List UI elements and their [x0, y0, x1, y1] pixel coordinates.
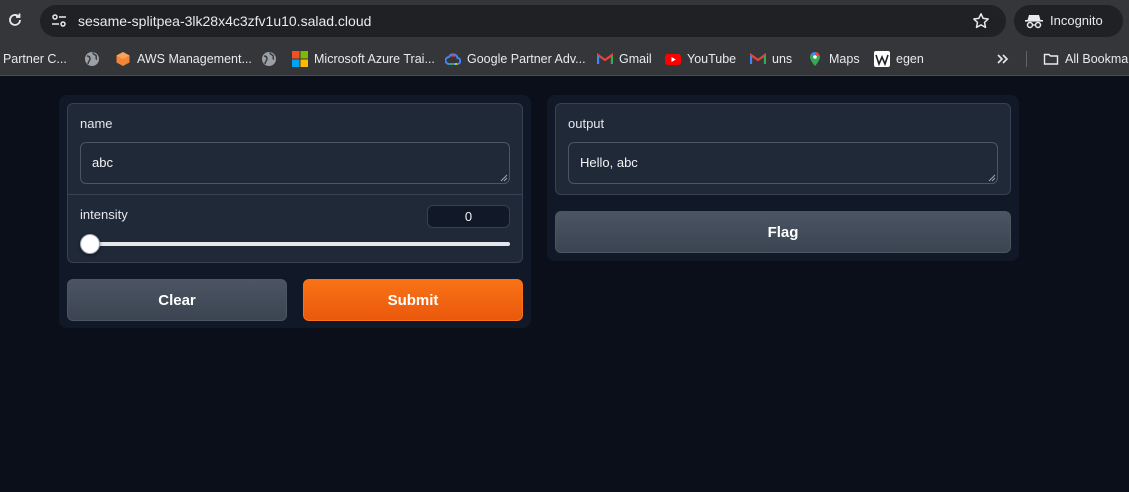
bookmark-aws[interactable]: AWS Management...	[115, 50, 252, 68]
bookmark-label: uns	[772, 52, 793, 66]
input-form: name abc intensity 0	[67, 103, 523, 263]
bookmark-google-partner[interactable]: Google Partner Adv...	[445, 50, 586, 68]
bookmark-egen[interactable]: egen	[874, 50, 924, 68]
bookmark-label: Maps	[829, 52, 860, 66]
bookmarks-overflow-icon[interactable]	[994, 50, 1012, 68]
bookmarks-separator	[1026, 51, 1027, 67]
bookmark-label: Microsoft Azure Trai...	[314, 52, 435, 66]
form-divider	[68, 194, 522, 195]
wikipedia-icon	[874, 51, 890, 67]
bookmark-label: egen	[896, 52, 924, 66]
bookmark-label: t Partner C...	[0, 52, 67, 66]
incognito-label: Incognito	[1050, 13, 1103, 28]
output-textbox[interactable]: Hello, abc	[568, 142, 998, 184]
gmail-icon	[597, 52, 613, 64]
bookmark-label: AWS Management...	[137, 52, 252, 66]
url-text[interactable]: sesame-splitpea-3lk28x4c3zfv1u10.salad.c…	[78, 13, 371, 29]
name-input[interactable]: abc	[80, 142, 510, 184]
bookmark-label: YouTube	[687, 52, 737, 66]
globe-icon	[85, 52, 99, 66]
bookmark-globe-1[interactable]	[84, 50, 100, 68]
maps-icon	[810, 52, 820, 66]
site-settings-icon[interactable]	[51, 13, 67, 29]
microsoft-icon	[292, 51, 308, 67]
bookmark-maps[interactable]: Maps	[807, 50, 860, 68]
aws-icon	[116, 52, 130, 66]
bookmark-gmail[interactable]: Gmail	[597, 50, 652, 68]
resize-handle-icon[interactable]	[988, 174, 996, 182]
reload-icon[interactable]	[6, 11, 24, 29]
clear-button[interactable]: Clear	[67, 279, 287, 321]
submit-button[interactable]: Submit	[303, 279, 523, 321]
intensity-number-input[interactable]: 0	[427, 205, 510, 228]
bookmark-azure-training[interactable]: Microsoft Azure Trai...	[292, 50, 435, 68]
gmail-icon	[750, 52, 766, 64]
bookmarks-bar: t Partner C... AWS Management... Microso…	[0, 42, 1129, 76]
address-bar[interactable]: sesame-splitpea-3lk28x4c3zfv1u10.salad.c…	[40, 5, 1006, 37]
intensity-slider-thumb[interactable]	[80, 234, 100, 254]
intensity-slider-track[interactable]	[80, 242, 510, 246]
all-bookmarks[interactable]: All Bookmarks	[1043, 50, 1129, 68]
bookmark-globe-2[interactable]	[261, 50, 277, 68]
browser-toolbar: sesame-splitpea-3lk28x4c3zfv1u10.salad.c…	[0, 0, 1129, 42]
output-block: output Hello, abc	[555, 103, 1011, 195]
resize-handle-icon[interactable]	[500, 174, 508, 182]
bookmark-label: All Bookmarks	[1065, 52, 1129, 66]
globe-icon	[262, 52, 276, 66]
intensity-label: intensity	[80, 207, 128, 222]
youtube-icon	[665, 54, 681, 65]
output-panel: output Hello, abc Flag	[547, 95, 1019, 261]
input-panel: name abc intensity 0 Clear Submit	[59, 95, 531, 328]
google-cloud-icon	[445, 53, 461, 65]
folder-icon	[1043, 53, 1059, 65]
bookmark-partner-center[interactable]: t Partner C...	[0, 50, 67, 68]
flag-button[interactable]: Flag	[555, 211, 1011, 253]
incognito-chip[interactable]: Incognito	[1014, 5, 1123, 37]
bookmark-label: Google Partner Adv...	[467, 52, 586, 66]
bookmark-uns[interactable]: uns	[750, 50, 792, 68]
output-label: output	[568, 116, 605, 131]
bookmark-label: Gmail	[619, 52, 652, 66]
bookmark-youtube[interactable]: YouTube	[665, 50, 736, 68]
name-label: name	[80, 116, 113, 131]
bookmark-star-icon[interactable]	[972, 12, 990, 30]
incognito-icon	[1025, 15, 1043, 29]
